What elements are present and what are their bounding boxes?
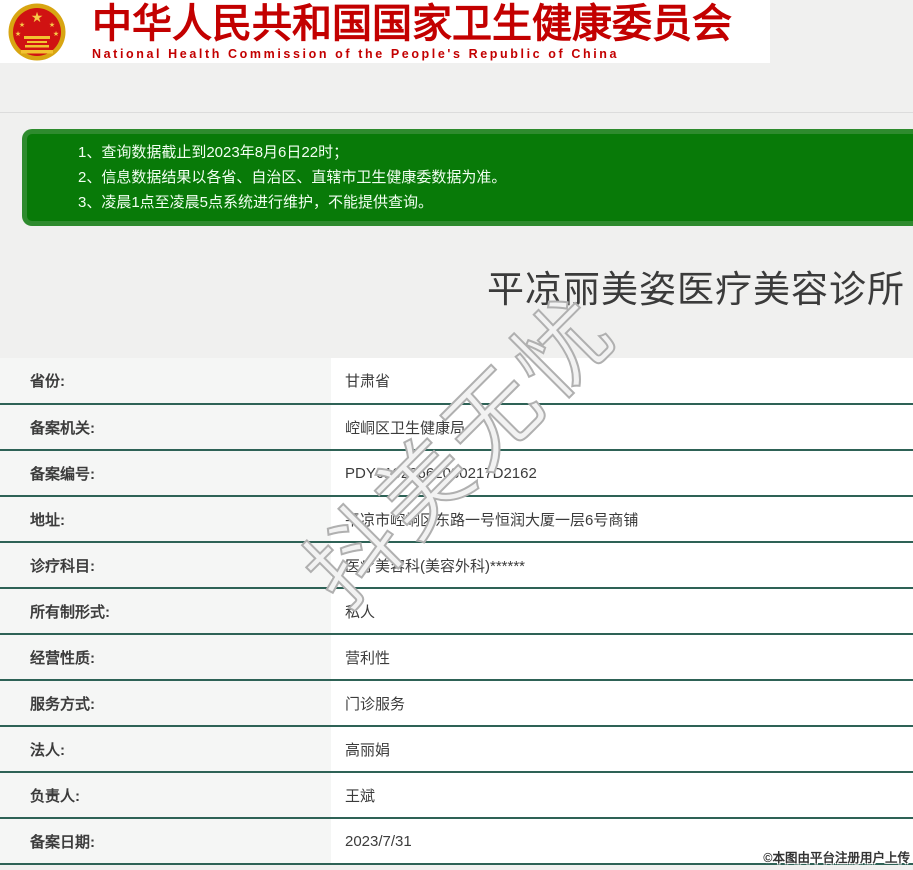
field-label: 备案编号: <box>0 450 331 497</box>
table-row-service-mode: 服务方式: 门诊服务 <box>0 680 913 727</box>
svg-text:★: ★ <box>19 21 25 29</box>
field-value: 私人 <box>331 588 913 635</box>
notice-box: 1、查询数据截止到2023年8月6日22时； 2、信息数据结果以各省、自治区、直… <box>22 129 913 226</box>
field-label: 备案日期: <box>0 818 331 865</box>
field-label: 负责人: <box>0 772 331 819</box>
table-row-address: 地址: 平凉市崆峒区东路一号恒润大厦一层6号商铺 <box>0 496 913 543</box>
header-title-chinese: 中华人民共和国国家卫生健康委员会 <box>92 2 732 46</box>
field-label: 地址: <box>0 496 331 543</box>
national-emblem-svg: ★ ★ ★ ★ ★ <box>8 3 66 61</box>
field-label: 服务方式: <box>0 680 331 727</box>
field-label: 经营性质: <box>0 634 331 681</box>
table-row-legal-person: 法人: 高丽娟 <box>0 726 913 773</box>
field-label: 省份: <box>0 358 331 405</box>
notice-line-1: 1、查询数据截止到2023年8月6日22时； <box>78 144 349 161</box>
notice-line-2: 2、信息数据结果以各省、自治区、直辖市卫生健康委数据为准。 <box>78 169 507 186</box>
uploader-copyright-badge: ©本图由平台注册用户上传 <box>763 851 910 865</box>
table-row-filing-number: 备案编号: PDY61029662080217D2162 <box>0 450 913 497</box>
field-value: 甘肃省 <box>331 358 913 405</box>
clinic-name-title: 平凉丽美姿医疗美容诊所 <box>487 269 905 310</box>
table-row-filing-authority: 备案机关: 崆峒区卫生健康局 <box>0 404 913 451</box>
registration-info-table: 省份: 甘肃省 备案机关: 崆峒区卫生健康局 备案编号: PDY61029662… <box>0 358 913 865</box>
field-value: 营利性 <box>331 634 913 681</box>
svg-text:★: ★ <box>31 9 44 25</box>
site-header: ★ ★ ★ ★ ★ 中华人民共和国国家卫生健康委员会 National Heal… <box>0 0 770 63</box>
table-row-business-nature: 经营性质: 营利性 <box>0 634 913 681</box>
svg-text:★: ★ <box>53 30 59 38</box>
header-divider <box>0 112 913 113</box>
field-label: 法人: <box>0 726 331 773</box>
svg-text:★: ★ <box>15 30 21 38</box>
table-row-person-in-charge: 负责人: 王斌 <box>0 772 913 819</box>
table-row-medical-subjects: 诊疗科目: 医疗美容科(美容外科)****** <box>0 542 913 589</box>
field-label: 诊疗科目: <box>0 542 331 589</box>
field-value: 平凉市崆峒区东路一号恒润大厦一层6号商铺 <box>331 496 913 543</box>
header-titles: 中华人民共和国国家卫生健康委员会 National Health Commiss… <box>92 2 732 62</box>
field-label: 备案机关: <box>0 404 331 451</box>
notice-line-3: 3、凌晨1点至凌晨5点系统进行维护，不能提供查询。 <box>78 194 434 211</box>
svg-text:★: ★ <box>49 21 55 29</box>
header-title-english: National Health Commission of the People… <box>92 47 620 61</box>
field-value: 崆峒区卫生健康局 <box>331 404 913 451</box>
field-value: 王斌 <box>331 772 913 819</box>
field-label: 所有制形式: <box>0 588 331 635</box>
field-value: PDY61029662080217D2162 <box>331 450 913 497</box>
field-value: 门诊服务 <box>331 680 913 727</box>
field-value: 高丽娟 <box>331 726 913 773</box>
national-emblem-icon[interactable]: ★ ★ ★ ★ ★ <box>8 0 66 72</box>
table-row-ownership-type: 所有制形式: 私人 <box>0 588 913 635</box>
field-value: 医疗美容科(美容外科)****** <box>331 542 913 589</box>
table-row-province: 省份: 甘肃省 <box>0 358 913 405</box>
